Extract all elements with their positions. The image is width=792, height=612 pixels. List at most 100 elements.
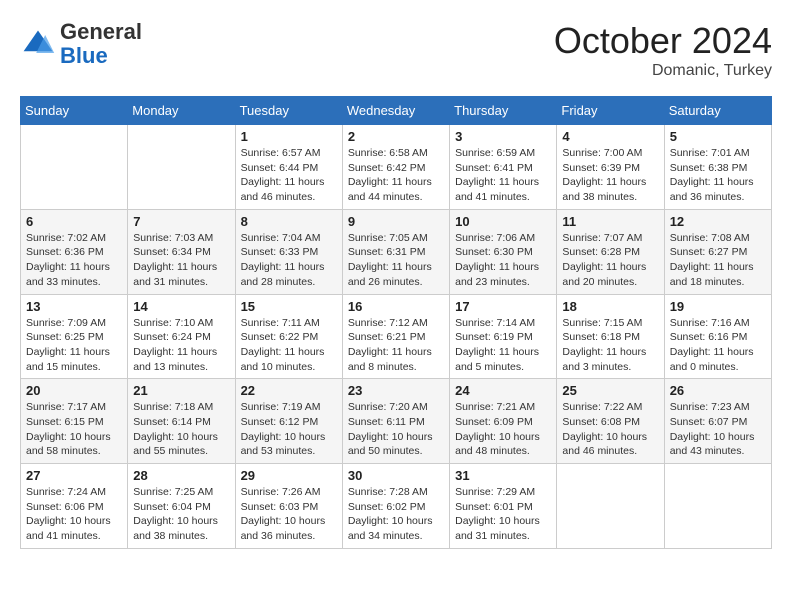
- calendar-cell: 30 Sunrise: 7:28 AMSunset: 6:02 PMDayligh…: [342, 464, 449, 549]
- day-detail: Sunrise: 7:00 AMSunset: 6:39 PMDaylight:…: [562, 146, 658, 205]
- day-number: 20: [26, 383, 122, 398]
- calendar-cell: 25 Sunrise: 7:22 AMSunset: 6:08 PMDayligh…: [557, 379, 664, 464]
- calendar-cell: 31Sunrise: 7:29 AMSunset: 6:01 PMDayligh…: [450, 464, 557, 549]
- day-number: 16: [348, 299, 444, 314]
- day-number: 9: [348, 214, 444, 229]
- location: Domanic, Turkey: [554, 62, 772, 80]
- calendar-cell: 13 Sunrise: 7:09 AMSunset: 6:25 PMDayligh…: [21, 294, 128, 379]
- calendar-cell: 27 Sunrise: 7:24 AMSunset: 6:06 PMDayligh…: [21, 464, 128, 549]
- calendar-table: SundayMondayTuesdayWednesdayThursdayFrid…: [20, 96, 772, 549]
- title-block: October 2024 Domanic, Turkey: [554, 20, 772, 80]
- calendar-cell: 3 Sunrise: 6:59 AMSunset: 6:41 PMDaylight…: [450, 125, 557, 210]
- day-number: 22: [241, 383, 337, 398]
- day-detail: Sunrise: 7:16 AMSunset: 6:16 PMDaylight:…: [670, 316, 766, 375]
- day-number: 10: [455, 214, 551, 229]
- day-detail: Sunrise: 7:09 AMSunset: 6:25 PMDaylight:…: [26, 316, 122, 375]
- day-detail: Sunrise: 7:25 AMSunset: 6:04 PMDaylight:…: [133, 485, 229, 544]
- day-number: 5: [670, 129, 766, 144]
- day-number: 21: [133, 383, 229, 398]
- calendar-cell: 18 Sunrise: 7:15 AMSunset: 6:18 PMDayligh…: [557, 294, 664, 379]
- calendar-cell: 24Sunrise: 7:21 AMSunset: 6:09 PMDayligh…: [450, 379, 557, 464]
- day-number: 28: [133, 468, 229, 483]
- calendar-cell: 8 Sunrise: 7:04 AMSunset: 6:33 PMDaylight…: [235, 209, 342, 294]
- calendar-cell: [21, 125, 128, 210]
- calendar-cell: 5 Sunrise: 7:01 AMSunset: 6:38 PMDaylight…: [664, 125, 771, 210]
- day-detail: Sunrise: 7:11 AMSunset: 6:22 PMDaylight:…: [241, 316, 337, 375]
- weekday-header-row: SundayMondayTuesdayWednesdayThursdayFrid…: [21, 97, 772, 125]
- calendar-cell: 17Sunrise: 7:14 AMSunset: 6:19 PMDayligh…: [450, 294, 557, 379]
- calendar-cell: 7 Sunrise: 7:03 AMSunset: 6:34 PMDaylight…: [128, 209, 235, 294]
- calendar-cell: 23 Sunrise: 7:20 AMSunset: 6:11 PMDayligh…: [342, 379, 449, 464]
- calendar-cell: 22 Sunrise: 7:19 AMSunset: 6:12 PMDayligh…: [235, 379, 342, 464]
- day-number: 26: [670, 383, 766, 398]
- calendar-cell: 20Sunrise: 7:17 AMSunset: 6:15 PMDayligh…: [21, 379, 128, 464]
- day-detail: Sunrise: 7:06 AMSunset: 6:30 PMDaylight:…: [455, 231, 551, 290]
- logo-text: General Blue: [60, 20, 142, 68]
- calendar-week-row: 13 Sunrise: 7:09 AMSunset: 6:25 PMDayligh…: [21, 294, 772, 379]
- day-detail: Sunrise: 7:28 AMSunset: 6:02 PMDaylight:…: [348, 485, 444, 544]
- calendar-week-row: 1 Sunrise: 6:57 AMSunset: 6:44 PMDaylight…: [21, 125, 772, 210]
- calendar-cell: 16 Sunrise: 7:12 AMSunset: 6:21 PMDayligh…: [342, 294, 449, 379]
- weekday-header: Wednesday: [342, 97, 449, 125]
- day-detail: Sunrise: 7:26 AMSunset: 6:03 PMDaylight:…: [241, 485, 337, 544]
- day-number: 8: [241, 214, 337, 229]
- calendar-cell: 15Sunrise: 7:11 AMSunset: 6:22 PMDayligh…: [235, 294, 342, 379]
- day-number: 30: [348, 468, 444, 483]
- calendar-cell: 2 Sunrise: 6:58 AMSunset: 6:42 PMDaylight…: [342, 125, 449, 210]
- day-number: 4: [562, 129, 658, 144]
- day-number: 1: [241, 129, 337, 144]
- calendar-cell: 6 Sunrise: 7:02 AMSunset: 6:36 PMDaylight…: [21, 209, 128, 294]
- day-detail: Sunrise: 7:04 AMSunset: 6:33 PMDaylight:…: [241, 231, 337, 290]
- calendar-cell: [557, 464, 664, 549]
- calendar-cell: 4 Sunrise: 7:00 AMSunset: 6:39 PMDaylight…: [557, 125, 664, 210]
- day-detail: Sunrise: 7:23 AMSunset: 6:07 PMDaylight:…: [670, 400, 766, 459]
- calendar-week-row: 27 Sunrise: 7:24 AMSunset: 6:06 PMDayligh…: [21, 464, 772, 549]
- day-number: 11: [562, 214, 658, 229]
- day-detail: Sunrise: 7:08 AMSunset: 6:27 PMDaylight:…: [670, 231, 766, 290]
- day-detail: Sunrise: 7:07 AMSunset: 6:28 PMDaylight:…: [562, 231, 658, 290]
- calendar-cell: 26 Sunrise: 7:23 AMSunset: 6:07 PMDayligh…: [664, 379, 771, 464]
- day-detail: Sunrise: 7:24 AMSunset: 6:06 PMDaylight:…: [26, 485, 122, 544]
- calendar-cell: 28 Sunrise: 7:25 AMSunset: 6:04 PMDayligh…: [128, 464, 235, 549]
- day-detail: Sunrise: 7:22 AMSunset: 6:08 PMDaylight:…: [562, 400, 658, 459]
- logo-icon: [20, 26, 56, 62]
- day-detail: Sunrise: 6:59 AMSunset: 6:41 PMDaylight:…: [455, 146, 551, 205]
- day-number: 27: [26, 468, 122, 483]
- month-title: October 2024: [554, 20, 772, 62]
- day-detail: Sunrise: 7:12 AMSunset: 6:21 PMDaylight:…: [348, 316, 444, 375]
- day-detail: Sunrise: 7:19 AMSunset: 6:12 PMDaylight:…: [241, 400, 337, 459]
- day-number: 24: [455, 383, 551, 398]
- weekday-header: Monday: [128, 97, 235, 125]
- weekday-header: Friday: [557, 97, 664, 125]
- day-number: 23: [348, 383, 444, 398]
- day-detail: Sunrise: 7:10 AMSunset: 6:24 PMDaylight:…: [133, 316, 229, 375]
- day-detail: Sunrise: 7:29 AMSunset: 6:01 PMDaylight:…: [455, 485, 551, 544]
- day-detail: Sunrise: 7:20 AMSunset: 6:11 PMDaylight:…: [348, 400, 444, 459]
- day-detail: Sunrise: 7:15 AMSunset: 6:18 PMDaylight:…: [562, 316, 658, 375]
- calendar-cell: 1 Sunrise: 6:57 AMSunset: 6:44 PMDaylight…: [235, 125, 342, 210]
- day-number: 17: [455, 299, 551, 314]
- calendar-cell: 10 Sunrise: 7:06 AMSunset: 6:30 PMDayligh…: [450, 209, 557, 294]
- calendar-cell: 11 Sunrise: 7:07 AMSunset: 6:28 PMDayligh…: [557, 209, 664, 294]
- weekday-header: Saturday: [664, 97, 771, 125]
- weekday-header: Sunday: [21, 97, 128, 125]
- day-detail: Sunrise: 6:57 AMSunset: 6:44 PMDaylight:…: [241, 146, 337, 205]
- day-number: 3: [455, 129, 551, 144]
- calendar-week-row: 20Sunrise: 7:17 AMSunset: 6:15 PMDayligh…: [21, 379, 772, 464]
- day-number: 13: [26, 299, 122, 314]
- day-number: 6: [26, 214, 122, 229]
- weekday-header: Tuesday: [235, 97, 342, 125]
- day-number: 25: [562, 383, 658, 398]
- day-detail: Sunrise: 7:03 AMSunset: 6:34 PMDaylight:…: [133, 231, 229, 290]
- day-detail: Sunrise: 7:02 AMSunset: 6:36 PMDaylight:…: [26, 231, 122, 290]
- calendar-cell: [664, 464, 771, 549]
- day-detail: Sunrise: 6:58 AMSunset: 6:42 PMDaylight:…: [348, 146, 444, 205]
- day-detail: Sunrise: 7:18 AMSunset: 6:14 PMDaylight:…: [133, 400, 229, 459]
- day-number: 18: [562, 299, 658, 314]
- day-detail: Sunrise: 7:01 AMSunset: 6:38 PMDaylight:…: [670, 146, 766, 205]
- day-number: 2: [348, 129, 444, 144]
- day-number: 7: [133, 214, 229, 229]
- day-number: 19: [670, 299, 766, 314]
- calendar-cell: 21 Sunrise: 7:18 AMSunset: 6:14 PMDayligh…: [128, 379, 235, 464]
- calendar-cell: 29Sunrise: 7:26 AMSunset: 6:03 PMDayligh…: [235, 464, 342, 549]
